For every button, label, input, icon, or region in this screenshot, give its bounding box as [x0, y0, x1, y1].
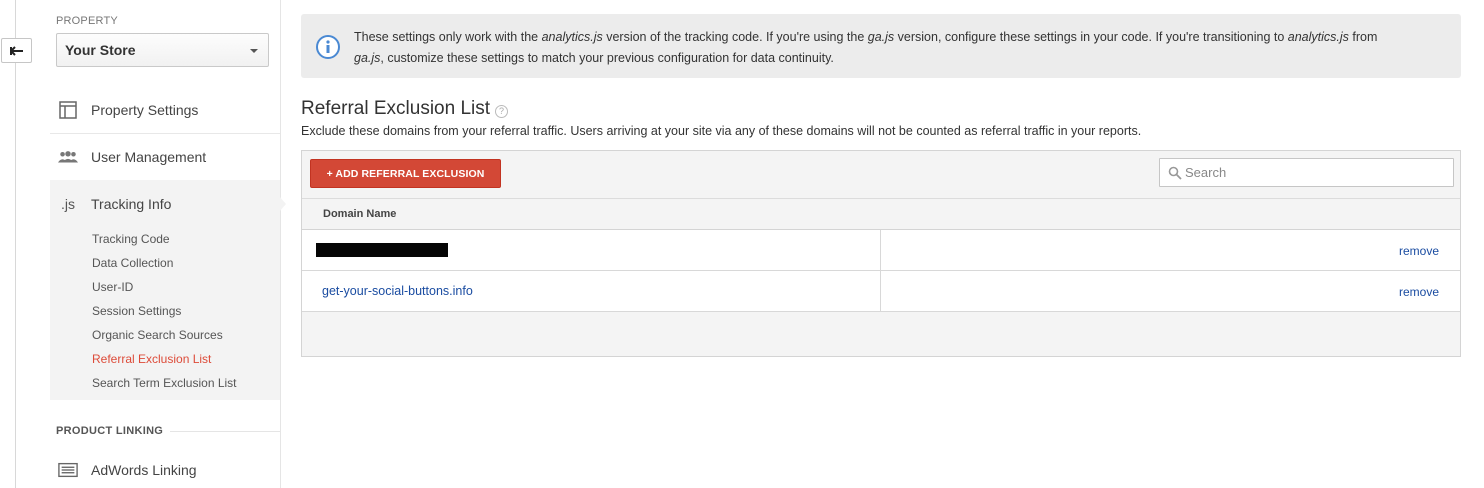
info-ga-js: ga.js — [354, 51, 381, 65]
sub-referral-exclusion-list[interactable]: Referral Exclusion List — [92, 352, 211, 366]
column-divider — [880, 230, 881, 270]
sub-tracking-code[interactable]: Tracking Code — [92, 232, 170, 246]
info-text-part: from — [1348, 30, 1378, 44]
search-icon — [1168, 166, 1182, 180]
nav-property-settings[interactable]: Property Settings — [50, 86, 280, 133]
page-title: Referral Exclusion List — [301, 98, 491, 119]
active-indicator — [279, 196, 286, 212]
nav-tracking-info-label: Tracking Info — [91, 195, 172, 212]
sub-data-collection[interactable]: Data Collection — [92, 256, 173, 270]
nav-property-settings-label: Property Settings — [91, 101, 199, 118]
redacted-domain — [316, 243, 448, 257]
nav-adwords-linking[interactable]: AdWords Linking — [50, 446, 280, 488]
admin-sidebar: PROPERTY Your Store Property Settings Us… — [50, 0, 286, 488]
nav-user-management[interactable]: User Management — [50, 133, 280, 180]
info-banner: These settings only work with the analyt… — [301, 14, 1461, 78]
page-description: Exclude these domains from your referral… — [301, 124, 1142, 138]
column-header-domain-name[interactable]: Domain Name — [323, 208, 396, 220]
info-icon — [316, 35, 340, 59]
property-label: PROPERTY — [56, 15, 118, 27]
exclusion-table-panel: + ADD REFERRAL EXCLUSION Domain Name rem… — [301, 150, 1461, 357]
main-content: These settings only work with the analyt… — [301, 14, 1461, 357]
title-row: Referral Exclusion List ? — [301, 98, 509, 120]
section-divider — [170, 431, 280, 432]
table-header: Domain Name — [302, 199, 1460, 230]
info-analytics-js: analytics.js — [1287, 30, 1349, 44]
info-text-part: , customize these settings to match your… — [380, 51, 834, 65]
table-row: get-your-social-buttons.info remove — [302, 271, 1460, 312]
search-input[interactable] — [1185, 159, 1445, 186]
nav-user-management-label: User Management — [91, 148, 207, 165]
info-text-part: version, configure these settings in you… — [894, 30, 1288, 44]
info-ga-js: ga.js — [867, 30, 895, 44]
users-icon — [58, 147, 78, 167]
info-message: These settings only work with the analyt… — [354, 27, 1449, 69]
adwords-icon — [58, 460, 78, 480]
sub-user-id[interactable]: User-ID — [92, 280, 133, 294]
remove-link[interactable]: remove — [1399, 244, 1439, 258]
nav-tracking-info[interactable]: .js Tracking Info — [50, 180, 280, 227]
info-analytics-js: analytics.js — [541, 30, 603, 44]
info-text-part: These settings only work with the — [354, 30, 542, 44]
table-row: remove — [302, 230, 1460, 271]
sub-search-term-exclusion-list[interactable]: Search Term Exclusion List — [92, 376, 237, 390]
back-button[interactable] — [1, 38, 32, 63]
domain-link[interactable]: get-your-social-buttons.info — [322, 284, 473, 298]
sub-session-settings[interactable]: Session Settings — [92, 304, 181, 318]
search-box[interactable] — [1159, 158, 1454, 187]
back-arrow-icon — [9, 45, 23, 56]
left-rail — [0, 0, 50, 488]
add-referral-exclusion-button[interactable]: + ADD REFERRAL EXCLUSION — [310, 159, 501, 188]
js-icon: .js — [61, 195, 75, 212]
property-select[interactable]: Your Store — [56, 33, 269, 67]
property-select-value: Your Store — [65, 42, 136, 58]
remove-link[interactable]: remove — [1399, 285, 1439, 299]
help-icon[interactable]: ? — [495, 104, 509, 118]
nav-adwords-linking-label: AdWords Linking — [91, 461, 197, 478]
product-linking-heading: PRODUCT LINKING — [56, 425, 164, 437]
chevron-down-icon — [250, 49, 258, 53]
column-divider — [880, 271, 881, 311]
property-settings-icon — [58, 100, 78, 120]
table-toolbar: + ADD REFERRAL EXCLUSION — [302, 151, 1460, 199]
info-text-part: version of the tracking code. If you're … — [602, 30, 868, 44]
rail-line — [15, 0, 16, 488]
sub-organic-search-sources[interactable]: Organic Search Sources — [92, 328, 223, 342]
